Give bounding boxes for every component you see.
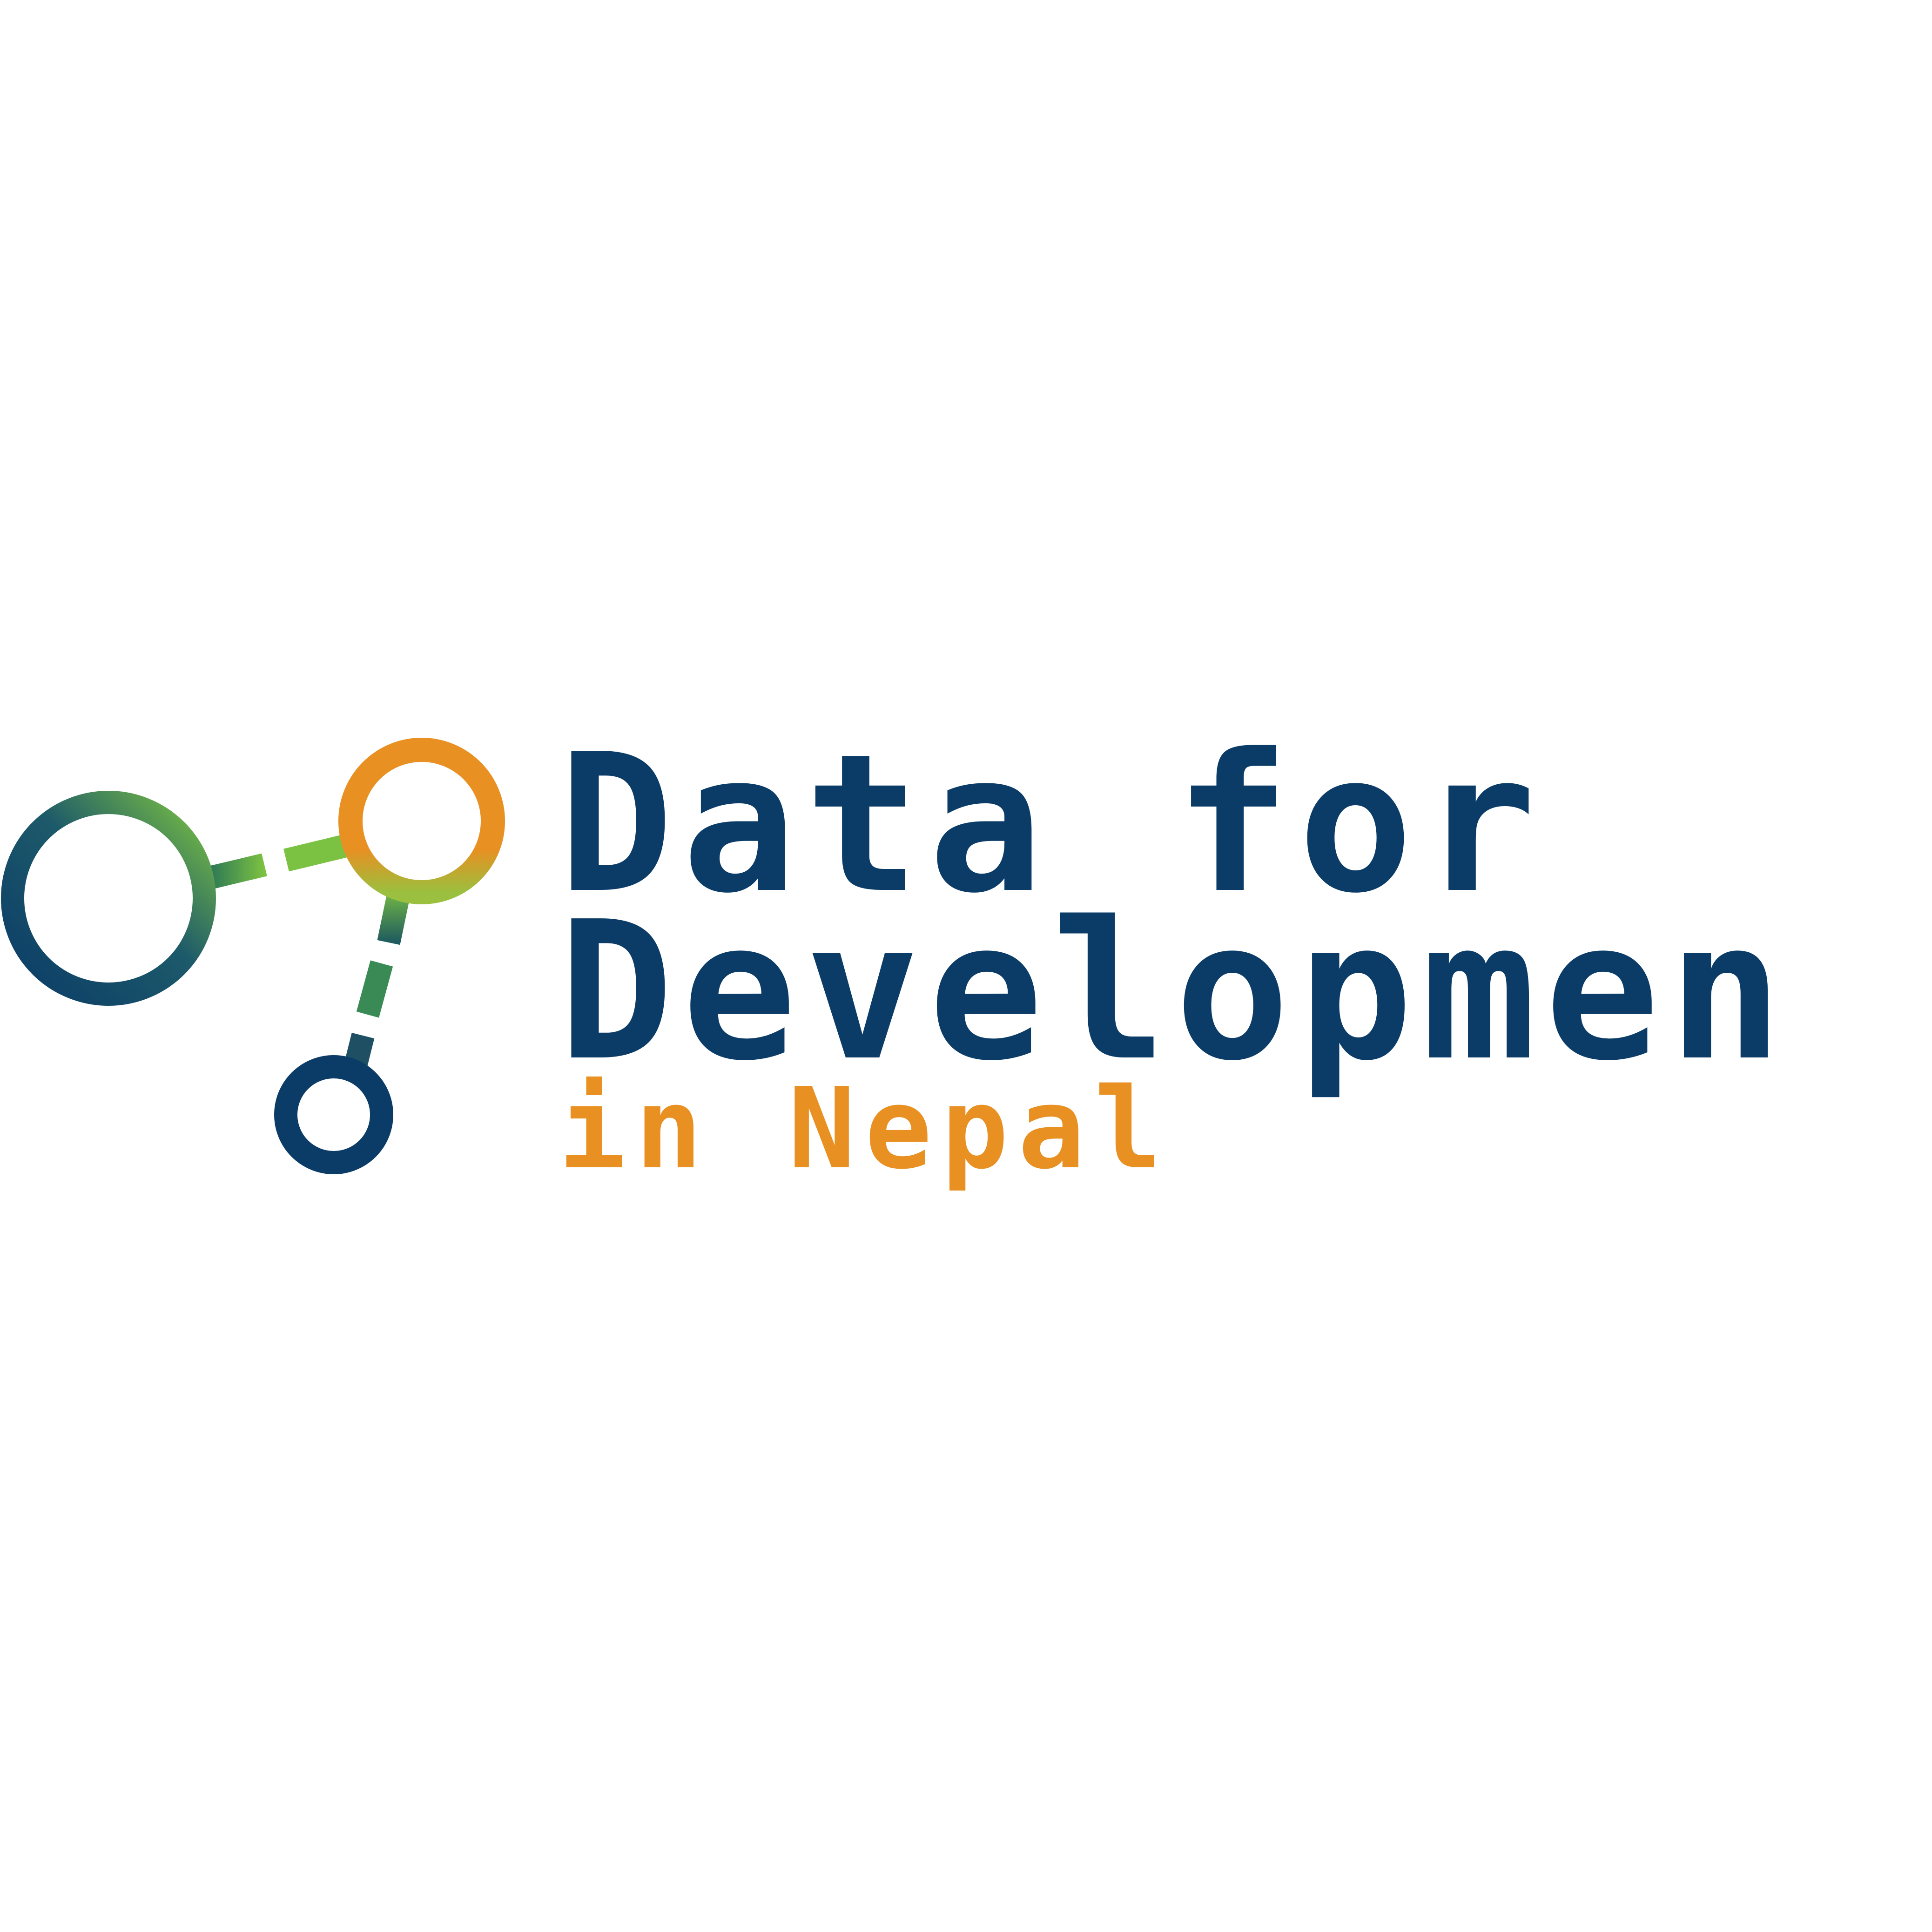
bottom-node-ring-icon [274,1055,393,1174]
logo-canvas: Data for Developmen in Nepal [0,0,1932,1932]
wordmark: Data for Developmen in Nepal [559,724,1932,1208]
network-graph-icon [1,738,505,1174]
top-node-ring-icon [338,738,505,904]
large-node-ring-icon [1,791,216,1006]
wordmark-line-development: Developmen [559,880,1791,1103]
connector-link-vertical [344,884,412,1067]
connector-link-horizontal [209,832,357,889]
wordmark-line-in-nepal: in Nepal [559,1064,1171,1194]
